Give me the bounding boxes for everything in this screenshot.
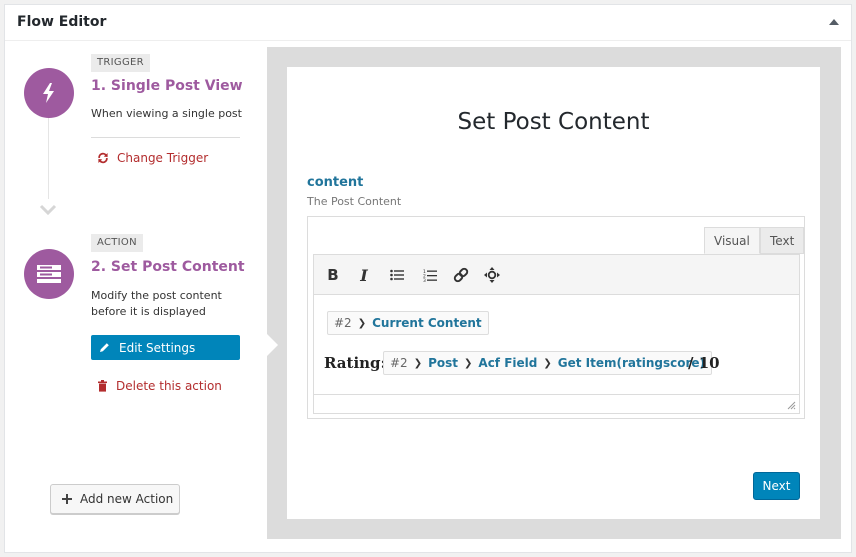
- token-step-number: #2: [390, 356, 408, 370]
- flow-editor-panel: Flow Editor TRIGGER 1. Single Post View …: [4, 4, 852, 553]
- svg-text:3: 3: [423, 278, 426, 282]
- token-step-number: #2: [334, 316, 352, 330]
- bulleted-list-icon[interactable]: [385, 264, 409, 286]
- token-part: Get Item(ratingscore): [557, 356, 706, 370]
- chevron-right-icon: ❯: [357, 317, 367, 329]
- resize-handle-icon[interactable]: [787, 401, 796, 410]
- current-content-token[interactable]: #2 ❯ Current Content: [327, 311, 489, 335]
- chevron-right-icon: ❯: [543, 357, 552, 369]
- move-icon[interactable]: [480, 264, 504, 286]
- rating-suffix: / 10: [688, 354, 720, 372]
- token-part: Acf Field: [478, 356, 538, 370]
- stage-pointer-arrow: [267, 334, 278, 356]
- italic-icon[interactable]: I: [352, 264, 376, 286]
- panel-title: Flow Editor: [17, 14, 107, 30]
- chevron-right-icon: ❯: [413, 357, 423, 369]
- refresh-icon: [98, 152, 108, 164]
- action-badge: ACTION: [91, 234, 143, 252]
- tab-visual[interactable]: Visual: [704, 227, 760, 254]
- chevron-right-icon: ❯: [464, 357, 473, 369]
- action-title: 2. Set Post Content: [91, 259, 245, 275]
- change-trigger-label: Change Trigger: [117, 151, 209, 165]
- pencil-icon: [100, 343, 109, 352]
- server-rows-icon: [37, 265, 61, 283]
- bold-icon[interactable]: B: [321, 264, 345, 286]
- action-step-icon: [24, 249, 74, 299]
- rating-score-token[interactable]: #2 ❯ Post ❯ Acf Field ❯ Get Item(ratings…: [383, 351, 713, 375]
- chevron-down-icon: [39, 204, 57, 216]
- link-icon[interactable]: [449, 264, 473, 286]
- settings-card: Set Post Content content The Post Conten…: [287, 67, 820, 519]
- timeline-connector: [48, 117, 49, 199]
- trigger-divider: [91, 137, 240, 138]
- editor-content-area[interactable]: #2 ❯ Current Content Rating: #2 ❯ Post ❯…: [313, 294, 800, 394]
- collapse-toggle-icon[interactable]: [829, 19, 839, 25]
- panel-header: Flow Editor: [5, 5, 851, 41]
- content-editor: Visual Text B I 1 2 3 #2 ❯ Current Conte…: [307, 216, 805, 419]
- content-field-description: The Post Content: [307, 195, 402, 208]
- action-settings-stage: Set Post Content content The Post Conten…: [267, 47, 841, 539]
- tab-text[interactable]: Text: [760, 227, 805, 254]
- delete-action-label: Delete this action: [116, 379, 222, 393]
- edit-settings-label: Edit Settings: [119, 340, 196, 355]
- action-description-line2: before it is displayed: [91, 305, 206, 318]
- trigger-badge: TRIGGER: [91, 54, 150, 72]
- token-part: Current Content: [372, 316, 482, 330]
- numbered-list-icon[interactable]: 1 2 3: [418, 264, 442, 286]
- change-trigger-link[interactable]: Change Trigger: [97, 151, 208, 165]
- next-button[interactable]: Next: [753, 472, 800, 500]
- trash-icon: [98, 380, 107, 392]
- add-new-action-label: Add new Action: [80, 492, 174, 506]
- rating-label: Rating:: [324, 354, 387, 372]
- editor-toolbar: B I 1 2 3: [313, 254, 800, 294]
- add-new-action-button[interactable]: Add new Action: [50, 484, 180, 514]
- editor-statusbar: [313, 394, 800, 414]
- action-description-line1: Modify the post content: [91, 289, 222, 302]
- edit-settings-button[interactable]: Edit Settings: [91, 335, 240, 360]
- lightning-icon: [43, 83, 54, 103]
- trigger-step-icon: [24, 68, 74, 118]
- trigger-title: 1. Single Post View: [91, 78, 243, 94]
- settings-card-title: Set Post Content: [457, 109, 650, 135]
- plus-icon: [62, 494, 72, 504]
- delete-action-link[interactable]: Delete this action: [97, 379, 222, 393]
- token-part: Post: [428, 356, 459, 370]
- trigger-description: When viewing a single post: [91, 107, 242, 120]
- content-field-label: content: [307, 175, 364, 190]
